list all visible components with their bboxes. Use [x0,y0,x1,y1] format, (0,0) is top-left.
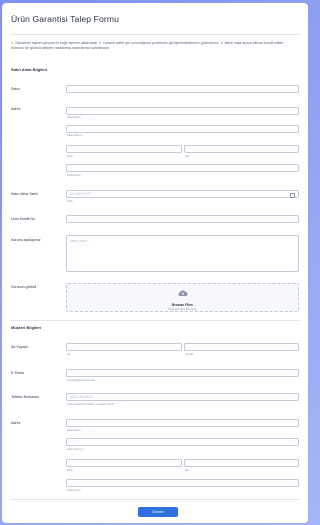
postal-code-sub: Posta Kodu [67,174,81,177]
first-name-input[interactable] [66,343,182,351]
title-divider [11,34,300,35]
address-line2-sub: Adres Satırı 2 [67,134,83,137]
last-name-input[interactable] [184,343,299,351]
issue-textarea[interactable]: Metni yazın... [66,235,299,272]
last-name-sub: Soyadı [185,353,194,356]
customer-state-sub: İlçe [185,469,190,472]
page-title: Ürün Garantisi Talep Formu [11,14,119,24]
file-upload-area[interactable]: Browse Files Drag and drop files here [66,283,299,312]
customer-address-line2-sub: Adres Satırı 2 [67,448,83,451]
customer-address-line1-sub: Adres Satırı [67,429,81,432]
phone-input[interactable]: (000) 000-0000 [66,393,299,401]
phone-sub: Lütfen geçerli bir telefon numarası giri… [67,403,115,406]
product-code-label: Ürün Kimlik No [11,217,35,221]
browse-files-label[interactable]: Browse Files [67,303,298,307]
customer-postal-code-input[interactable] [66,479,299,487]
address-label: Adres [11,107,21,111]
customer-address-line1-input[interactable] [66,419,299,427]
date-sub: Tarih [67,200,73,203]
date-placeholder: DD-MM-YYYY [70,192,92,196]
email-label: E-Posta [11,371,24,375]
address-line1-input[interactable] [66,107,299,115]
date-input[interactable]: DD-MM-YYYY [66,190,299,198]
photo-label: Sorunun görseli [11,285,37,289]
postal-code-input[interactable] [66,164,299,172]
address-line1-sub: Adres Satırı [67,116,81,119]
customer-city-sub: Şehir [67,469,74,472]
first-name-sub: Ad [67,353,71,356]
submit-button[interactable]: Gönder [138,507,178,517]
state-sub: İlçe [185,155,190,158]
drag-drop-hint: Drag and drop files here [168,308,197,311]
city-sub: Şehir [67,155,74,158]
date-label: Satın Alma Tarihi [11,192,38,196]
section-title-customer: Müşteri Bilgileri [11,325,42,330]
form-description: 1. Gönderimi kişisel çalışma ile bağlı e… [11,41,284,50]
customer-city-input[interactable] [66,459,182,467]
seller-label: Satıcı [11,87,21,91]
product-code-input[interactable] [66,215,299,223]
phone-label: Telefon Numarası [11,395,40,399]
email-input[interactable] [66,369,299,377]
section-divider [11,320,300,321]
seller-input[interactable] [66,85,299,93]
form-card: Ürün Garantisi Talep Formu 1. Gönderimi … [2,3,308,523]
state-input[interactable] [184,145,299,153]
address-line2-input[interactable] [66,125,299,133]
customer-postal-code-sub: Posta Kodu [67,489,81,492]
calendar-icon[interactable] [290,193,295,198]
customer-state-input[interactable] [184,459,299,467]
issue-label: Sorunu açıklayınız [11,238,41,242]
cloud-upload-icon [177,290,187,297]
city-input[interactable] [66,145,182,153]
customer-address-label: Adres [11,421,21,425]
name-label: Ad Soyadı [11,345,28,349]
customer-address-line2-input[interactable] [66,438,299,446]
footer-divider [11,499,300,500]
section-title-purchase: Satın Alma Bilgileri [11,67,48,72]
email-sub: example@example.com [67,379,95,382]
